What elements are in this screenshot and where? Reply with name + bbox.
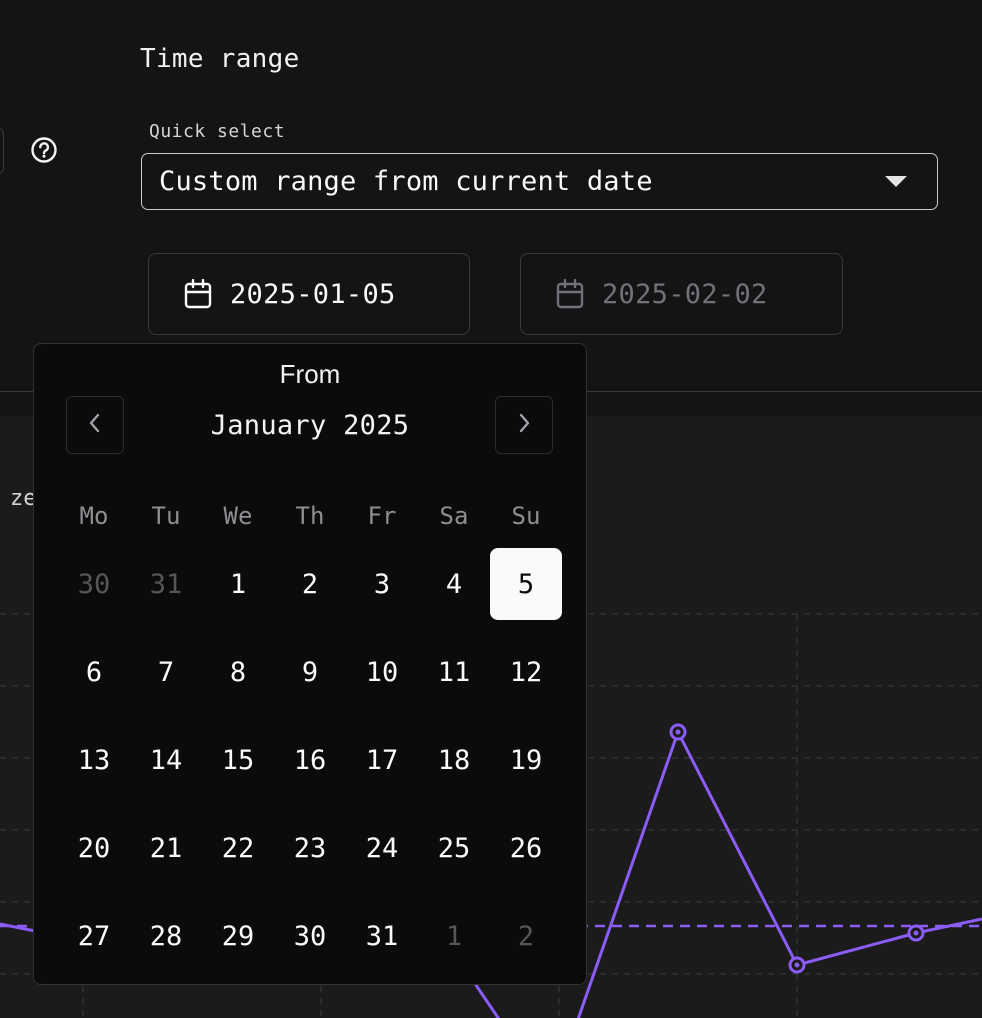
calendar-day[interactable]: 24 xyxy=(346,812,418,884)
time-range-panel: Time range Quick select Custom range fro… xyxy=(0,0,982,392)
from-date-button[interactable]: 2025-01-05 xyxy=(148,253,470,335)
calendar-day[interactable]: 20 xyxy=(58,812,130,884)
calendar-day[interactable]: 14 xyxy=(130,724,202,796)
calendar-day[interactable]: 29 xyxy=(202,900,274,972)
calendar-day[interactable]: 10 xyxy=(346,636,418,708)
help-icon[interactable] xyxy=(30,136,58,164)
partial-control[interactable] xyxy=(0,128,4,174)
calendar-day[interactable]: 21 xyxy=(130,812,202,884)
calendar-day[interactable]: 3 xyxy=(346,548,418,620)
calendar-day[interactable]: 31 xyxy=(130,548,202,620)
calendar-day[interactable]: 25 xyxy=(418,812,490,884)
calendar-day[interactable]: 31 xyxy=(346,900,418,972)
data-point xyxy=(913,930,919,936)
time-range-title: Time range xyxy=(140,44,300,74)
quick-select-label: Quick select xyxy=(149,121,286,142)
date-picker-popover: From January 2025 Mo Tu We Th Fr Sa Su 30 31 1 2 3… xyxy=(33,343,587,985)
calendar-day[interactable]: 12 xyxy=(490,636,562,708)
calendar-icon xyxy=(184,278,212,309)
calendar-day[interactable]: 22 xyxy=(202,812,274,884)
to-date-button[interactable]: 2025-02-02 xyxy=(520,253,843,335)
weekday-label: Mo xyxy=(79,502,109,530)
calendar-day[interactable]: 7 xyxy=(130,636,202,708)
calendar-day[interactable]: 28 xyxy=(130,900,202,972)
to-date-value: 2025-02-02 xyxy=(602,278,768,310)
calendar-day[interactable]: 9 xyxy=(274,636,346,708)
weekday-label: We xyxy=(223,502,253,530)
calendar-day[interactable]: 2 xyxy=(274,548,346,620)
calendar-day[interactable]: 27 xyxy=(58,900,130,972)
weekday-label: Su xyxy=(511,502,541,530)
calendar-day[interactable]: 2 xyxy=(490,900,562,972)
calendar-day[interactable]: 6 xyxy=(58,636,130,708)
next-month-button[interactable] xyxy=(495,396,553,454)
weekday-label: Fr xyxy=(367,502,397,530)
data-point xyxy=(675,729,681,735)
chevron-down-icon xyxy=(885,176,907,187)
calendar-day[interactable]: 30 xyxy=(58,548,130,620)
calendar-day[interactable]: 26 xyxy=(490,812,562,884)
calendar-icon xyxy=(556,278,584,309)
calendar-day[interactable]: 16 xyxy=(274,724,346,796)
calendar-day[interactable]: 1 xyxy=(418,900,490,972)
chevron-right-icon xyxy=(514,411,534,439)
calendar-day[interactable]: 19 xyxy=(490,724,562,796)
weekday-label: Th xyxy=(295,502,325,530)
calendar-day-selected[interactable]: 5 xyxy=(490,548,562,620)
calendar-day[interactable]: 17 xyxy=(346,724,418,796)
calendar-day[interactable]: 8 xyxy=(202,636,274,708)
quick-select-value: Custom range from current date xyxy=(159,166,653,197)
calendar-day[interactable]: 15 xyxy=(202,724,274,796)
calendar-day[interactable]: 23 xyxy=(274,812,346,884)
quick-select-dropdown[interactable]: Custom range from current date xyxy=(141,153,938,210)
from-date-value: 2025-01-05 xyxy=(230,278,396,310)
popover-title: From xyxy=(279,359,341,389)
calendar-day[interactable]: 30 xyxy=(274,900,346,972)
calendar-day[interactable]: 11 xyxy=(418,636,490,708)
weekday-label: Sa xyxy=(439,502,469,530)
weekday-label: Tu xyxy=(151,502,181,530)
calendar-day[interactable]: 4 xyxy=(418,548,490,620)
calendar-day[interactable]: 18 xyxy=(418,724,490,796)
calendar-day[interactable]: 1 xyxy=(202,548,274,620)
calendar-day[interactable]: 13 xyxy=(58,724,130,796)
data-point xyxy=(794,962,800,968)
